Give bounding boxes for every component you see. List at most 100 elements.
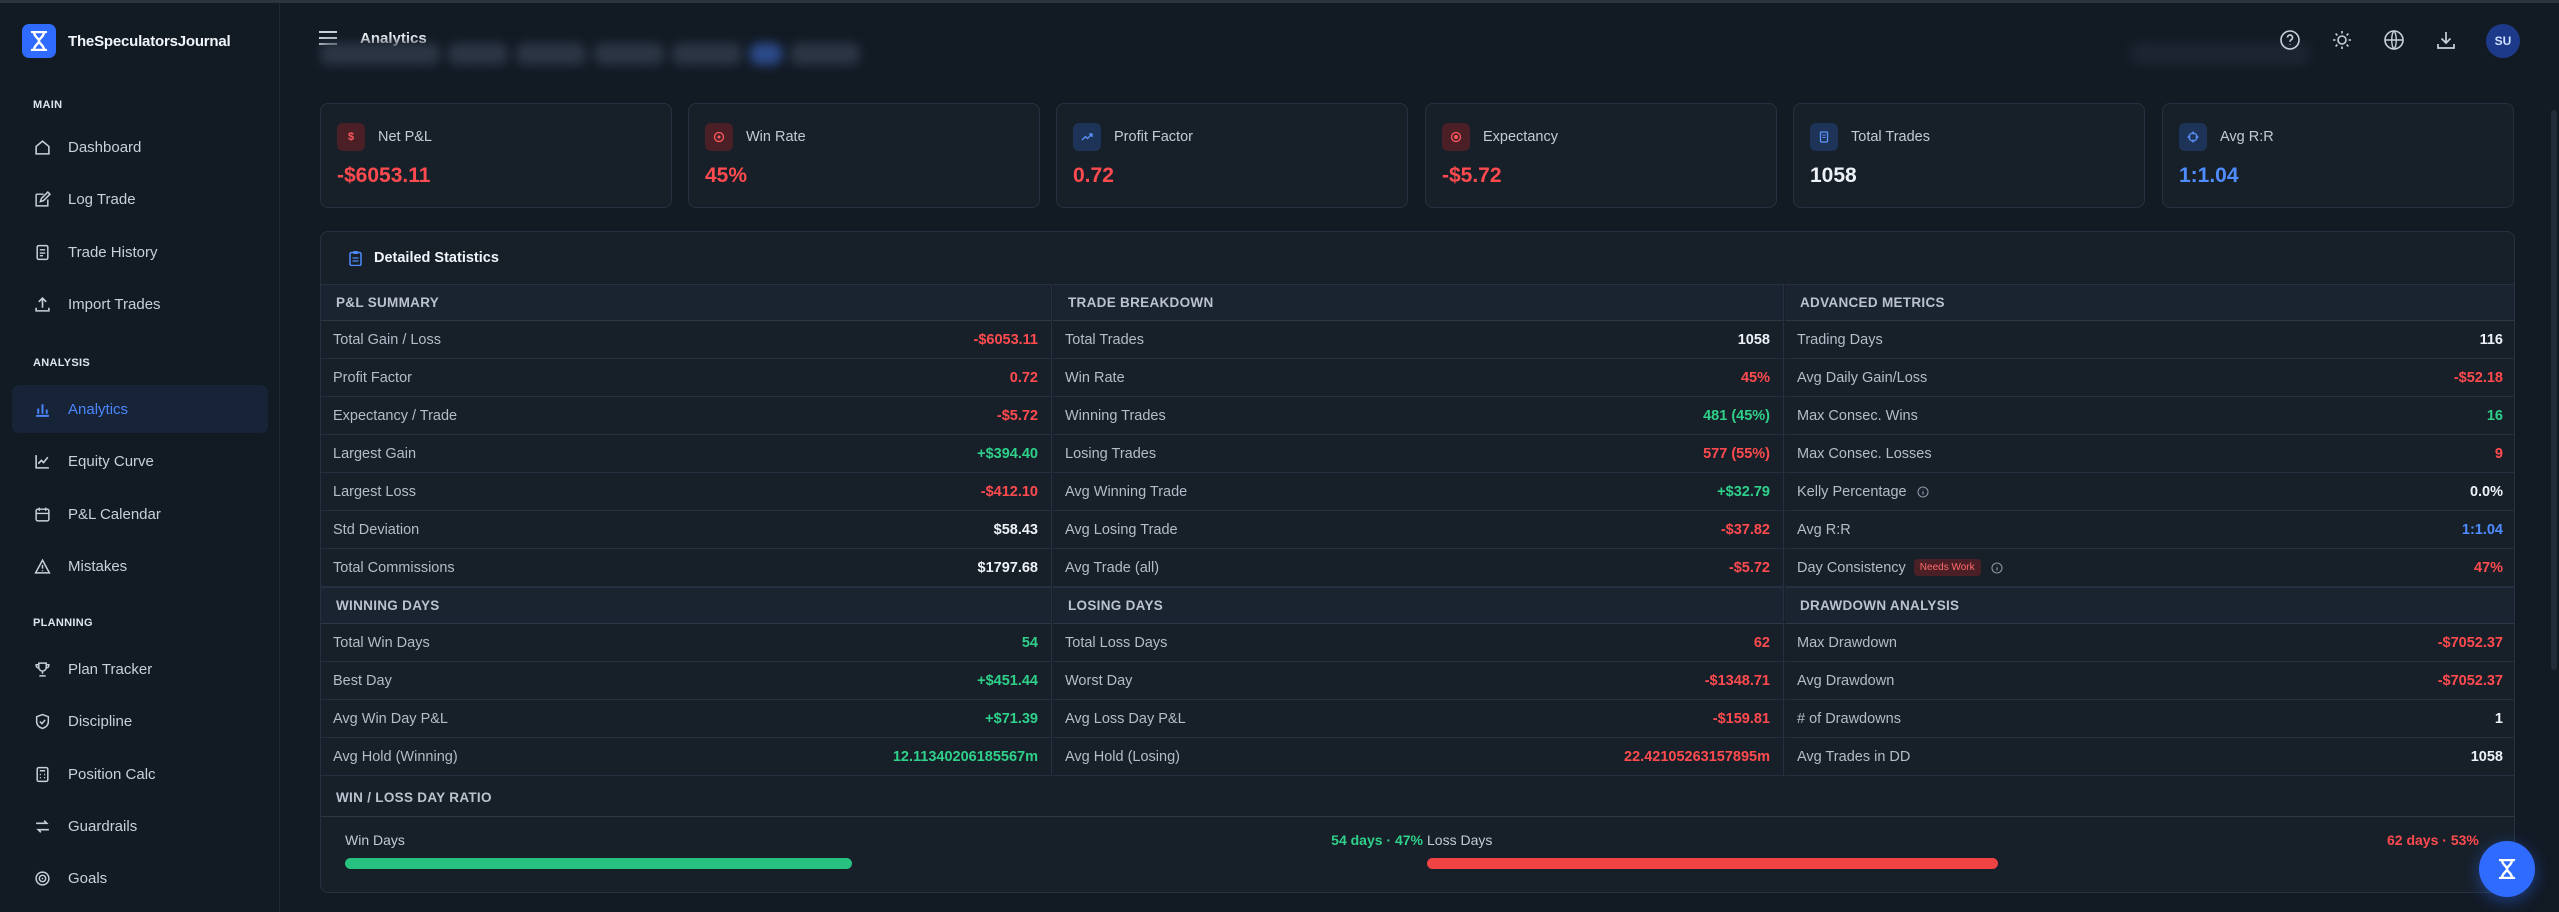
stat-label: Total Trades [1065, 332, 1144, 348]
stat-value: -$159.81 [1712, 710, 1770, 727]
info-icon[interactable] [1917, 485, 1929, 498]
stat-row: Day Consistency Needs Work 47% [1785, 549, 2514, 587]
stat-label: Max Consec. Losses [1797, 446, 1932, 462]
kpi-label: Net P&L [378, 129, 432, 145]
stat-row: Best Day +$451.44 [321, 662, 1051, 700]
help-icon[interactable] [2279, 29, 2301, 51]
document-icon [1810, 123, 1838, 151]
stat-value: 62 [1753, 634, 1770, 651]
stat-label-text: Std Deviation [333, 521, 420, 538]
sidebar-item-position-calc[interactable]: Position Calc [12, 750, 268, 798]
stat-label-text: Avg Loss Day P&L [1065, 710, 1186, 727]
stat-label-text: Max Consec. Wins [1797, 407, 1918, 424]
stat-value: +$394.40 [977, 445, 1038, 462]
trophy-icon [35, 661, 50, 677]
sidebar-item-analytics[interactable]: Analytics [12, 385, 268, 433]
sidebar-item-pnl-calendar[interactable]: P&L Calendar [12, 490, 268, 538]
stat-label: Avg Hold (Losing) [1065, 749, 1180, 765]
sidebar-item-import-trades[interactable]: Import Trades [12, 280, 268, 328]
sidebar-item-log-trade[interactable]: Log Trade [12, 175, 268, 223]
stat-label: Total Gain / Loss [333, 332, 441, 348]
stat-row: Total Win Days 54 [321, 624, 1051, 662]
status-badge: Needs Work [1913, 559, 1981, 576]
section-pnl-summary: P&L SUMMARY [321, 284, 1051, 321]
stat-label: Std Deviation [333, 522, 419, 538]
hourglass-icon [2498, 859, 2516, 879]
guardrails-icon [36, 819, 49, 833]
stat-label-text: Avg Drawdown [1797, 672, 1895, 689]
kpi-card-win-rate: Win Rate 45% [688, 103, 1040, 208]
calendar-icon [35, 507, 50, 522]
sun-icon[interactable] [2331, 29, 2353, 51]
brand[interactable]: TheSpeculatorsJournal [22, 24, 231, 58]
stat-label-text: Profit Factor [333, 369, 412, 386]
win-days-bar [345, 858, 852, 869]
blurred-content [320, 43, 860, 65]
stat-label: Day Consistency Needs Work [1797, 559, 2003, 576]
kpi-value: 1058 [1810, 164, 1857, 187]
stat-label: Total Loss Days [1065, 635, 1167, 651]
stat-label-text: Trading Days [1797, 331, 1883, 348]
avatar[interactable]: SU [2486, 24, 2520, 58]
stat-label: Largest Loss [333, 484, 416, 500]
stat-value: -$412.10 [980, 483, 1038, 500]
panel-title-text: Detailed Statistics [374, 250, 499, 266]
target-icon [35, 870, 50, 886]
stat-label-text: Day Consistency [1797, 559, 1906, 576]
download-icon[interactable] [2435, 29, 2457, 51]
stat-label: Avg Trade (all) [1065, 560, 1159, 576]
stat-row: Total Trades 1058 [1053, 321, 1783, 359]
sidebar-item-trade-history[interactable]: Trade History [12, 228, 268, 276]
stat-label-text: Avg Hold (Winning) [333, 748, 458, 765]
section-drawdown-analysis: DRAWDOWN ANALYSIS [1785, 587, 2514, 624]
stat-row: Kelly Percentage 0.0% [1785, 473, 2514, 511]
stat-label-text: Avg Trades in DD [1797, 748, 1911, 765]
stat-row: Avg Losing Trade -$37.82 [1053, 511, 1783, 549]
stat-row: Losing Trades 577 (55%) [1053, 435, 1783, 473]
sidebar-item-label: Guardrails [68, 817, 138, 835]
section-winning-days: WINNING DAYS [321, 587, 1051, 624]
stat-label-text: Kelly Percentage [1797, 483, 1907, 500]
stat-label-text: Largest Gain [333, 445, 417, 462]
sidebar-item-goals[interactable]: Goals [12, 854, 268, 902]
stat-value: -$7052.37 [2437, 672, 2503, 689]
stat-row: Winning Trades 481 (45%) [1053, 397, 1783, 435]
kpi-value: 0.72 [1073, 164, 1114, 187]
clipboard-icon [349, 251, 362, 266]
sidebar-item-dashboard[interactable]: Dashboard [12, 123, 268, 171]
stat-value: -$1348.71 [1704, 672, 1770, 689]
stat-row: Max Consec. Wins 16 [1785, 397, 2514, 435]
kpi-value: 45% [705, 164, 748, 187]
stat-label-text: Expectancy / Trade [333, 407, 458, 424]
sidebar-item-guardrails[interactable]: Guardrails [12, 802, 268, 850]
info-icon[interactable] [1991, 561, 2003, 574]
stat-row: Profit Factor 0.72 [321, 359, 1051, 397]
stat-label-text: Avg Losing Trade [1065, 521, 1178, 538]
stat-label-text: Max Drawdown [1797, 634, 1897, 651]
stat-row: Trading Days 116 [1785, 321, 2514, 359]
stat-value: +$71.39 [985, 710, 1038, 727]
scrollbar[interactable] [2551, 110, 2557, 670]
stat-row: Win Rate 45% [1053, 359, 1783, 397]
stat-label: Worst Day [1065, 673, 1132, 689]
sidebar-item-mistakes[interactable]: Mistakes [12, 542, 268, 590]
sidebar-item-plan-tracker[interactable]: Plan Tracker [12, 645, 268, 693]
circle-icon [1442, 123, 1470, 151]
stat-label-text: Avg Trade (all) [1065, 559, 1160, 576]
kpi-card-net-pnl: $ Net P&L -$6053.11 [320, 103, 672, 208]
stat-label: Kelly Percentage [1797, 484, 1929, 500]
stat-value: -$7052.37 [2437, 634, 2503, 651]
kpi-label: Total Trades [1851, 129, 1930, 145]
stat-row: Max Drawdown -$7052.37 [1785, 624, 2514, 662]
kpi-label: Expectancy [1483, 129, 1558, 145]
quick-action-button[interactable] [2479, 841, 2535, 897]
stat-row: Avg Hold (Losing) 22.42105263157895m [1053, 738, 1783, 776]
stat-label-text: Total Loss Days [1065, 634, 1168, 651]
sidebar-item-equity-curve[interactable]: Equity Curve [12, 437, 268, 485]
nav-section-analysis: ANALYSIS [33, 357, 91, 369]
kpi-card-expectancy: Expectancy -$5.72 [1425, 103, 1777, 208]
sidebar-item-discipline[interactable]: Discipline [12, 697, 268, 745]
stat-value: -$52.18 [2453, 369, 2503, 386]
kpi-value: 1:1.04 [2179, 164, 2239, 187]
globe-icon[interactable] [2383, 29, 2405, 51]
